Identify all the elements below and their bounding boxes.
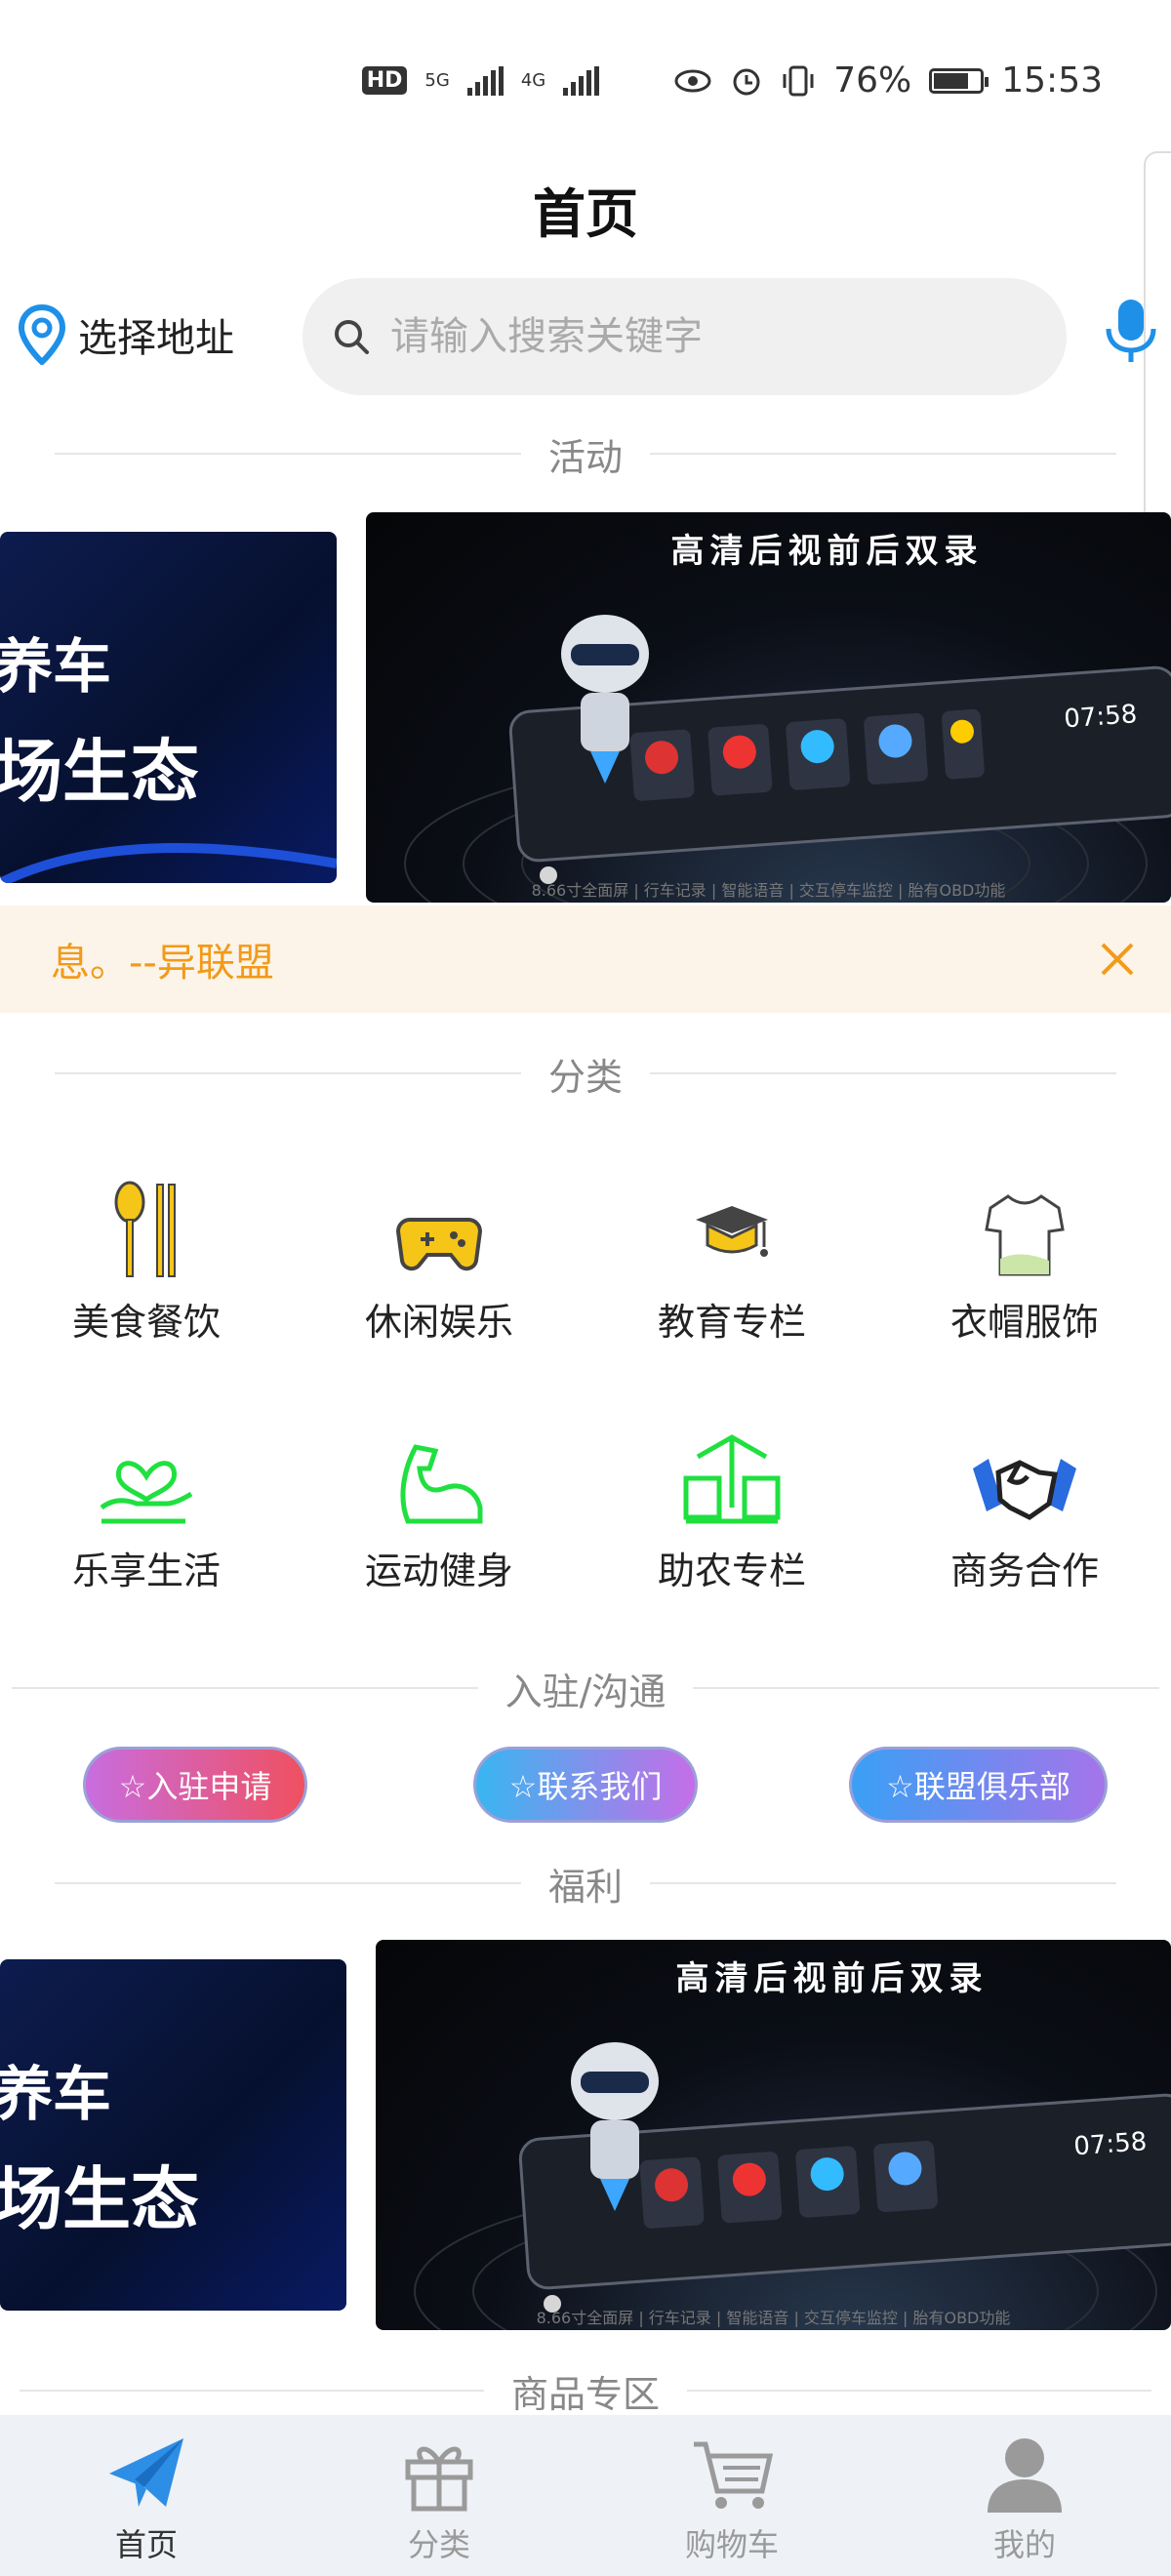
banner-left-line1: 养车 <box>0 2061 111 2129</box>
signal-icon <box>563 65 600 96</box>
category-label: 休闲娱乐 <box>364 1301 513 1344</box>
notice-bar: 息。--异联盟 <box>0 906 1171 1013</box>
banner-caption: 8.66寸全面屏 | 行车记录 | 智能语音 | 交互停车监控 | 胎有OBD功… <box>531 881 1006 900</box>
graduation-cap-icon <box>696 1206 768 1257</box>
nav-label: 购物车 <box>684 2526 779 2563</box>
gamepad-icon <box>395 1218 483 1271</box>
nav-label: 首页 <box>114 2526 178 2563</box>
nav-cart[interactable]: 购物车 <box>586 2415 878 2576</box>
carousel-indicator-dot[interactable] <box>544 2295 561 2313</box>
hd-icon: HD <box>361 66 408 95</box>
banner-caption: 8.66寸全面屏 | 行车记录 | 智能语音 | 交互停车监控 | 胎有OBD功… <box>536 2309 1011 2327</box>
category-item-entertainment[interactable]: 休闲娱乐 <box>293 1171 586 1346</box>
banner-left-line2: 场生态 <box>0 732 199 812</box>
category-label: 运动健身 <box>364 1550 513 1592</box>
location-label: 选择地址 <box>78 316 234 361</box>
eye-icon <box>674 69 711 92</box>
nav-profile[interactable]: 我的 <box>878 2415 1171 2576</box>
nav-label: 我的 <box>992 2526 1056 2563</box>
muscle-arm-icon <box>400 1444 483 1524</box>
cutlery-icon <box>114 1181 176 1277</box>
category-label: 乐享生活 <box>71 1550 221 1592</box>
search-bar[interactable] <box>303 278 1067 395</box>
robot-mascot-image <box>571 2042 659 2211</box>
status-bar: HD 5G 4G 76% 15:53 <box>0 0 1171 146</box>
category-item-life[interactable]: 乐享生活 <box>0 1420 293 1594</box>
bottom-navigation: 首页 分类 购物车 我的 <box>0 2415 1171 2576</box>
clock-time: 15:53 <box>1001 60 1103 101</box>
nav-home[interactable]: 首页 <box>0 2415 293 2576</box>
gift-icon <box>405 2446 473 2512</box>
location-selector[interactable]: 选择地址 <box>18 304 234 365</box>
battery-icon <box>929 67 989 94</box>
category-item-business[interactable]: 商务合作 <box>878 1420 1171 1594</box>
section-title-join: 入驻/沟通 <box>505 1670 666 1713</box>
category-label: 助农专栏 <box>657 1550 806 1592</box>
mirror-clock: 07:58 <box>1063 700 1139 735</box>
robot-mascot-image <box>561 615 649 784</box>
battery-percent: 76% <box>833 60 912 101</box>
category-label: 衣帽服饰 <box>949 1301 1099 1344</box>
welfare-banner-left[interactable]: 养车 场生态 <box>0 1959 346 2311</box>
category-label: 商务合作 <box>949 1550 1099 1592</box>
nav-label: 分类 <box>407 2526 470 2563</box>
section-divider-category: 分类 <box>55 1044 1117 1103</box>
section-divider-join: 入驻/沟通 <box>12 1659 1159 1717</box>
section-title-category: 分类 <box>548 1055 624 1099</box>
location-pin-icon <box>18 304 66 365</box>
banner-slide-right[interactable]: 高清后视前后双录 07:58 8.66寸全面屏 | 行车记录 | 智能语音 | … <box>366 512 1171 903</box>
notice-text: 息。--异联盟 <box>51 941 274 986</box>
apply-join-button[interactable]: ☆入驻申请 <box>83 1747 307 1823</box>
nav-category[interactable]: 分类 <box>293 2415 586 2576</box>
category-item-clothing[interactable]: 衣帽服饰 <box>878 1171 1171 1346</box>
section-divider-goods: 商品专区 <box>20 2361 1152 2420</box>
section-title-welfare: 福利 <box>548 1865 624 1909</box>
category-label: 美食餐饮 <box>71 1301 221 1344</box>
carousel-indicator-dot[interactable] <box>540 866 557 884</box>
alliance-club-button[interactable]: ☆联盟俱乐部 <box>849 1747 1108 1823</box>
category-label: 教育专栏 <box>657 1301 806 1344</box>
banner-wave-decoration <box>0 843 337 883</box>
category-item-education[interactable]: 教育专栏 <box>586 1171 878 1346</box>
banner-slide-left[interactable]: 养车 场生态 <box>0 532 337 883</box>
category-item-food[interactable]: 美食餐饮 <box>0 1171 293 1346</box>
user-icon <box>988 2438 1062 2513</box>
section-title-goods: 商品专区 <box>511 2372 661 2416</box>
banner-left-line2: 场生态 <box>0 2159 199 2239</box>
close-icon[interactable] <box>1093 935 1142 984</box>
network-5g-label: 5G <box>424 70 450 91</box>
heart-hand-icon <box>100 1461 193 1524</box>
category-item-agriculture[interactable]: 助农专栏 <box>586 1420 878 1594</box>
section-title-activity: 活动 <box>548 435 624 479</box>
page-title: 首页 <box>533 183 638 245</box>
category-item-fitness[interactable]: 运动健身 <box>293 1420 586 1594</box>
signal-icon <box>466 65 504 96</box>
section-divider-activity: 活动 <box>55 424 1117 483</box>
handshake-icon <box>973 1459 1076 1520</box>
section-divider-welfare: 福利 <box>55 1854 1117 1912</box>
tshirt-icon <box>985 1194 1065 1276</box>
network-4g-label: 4G <box>520 70 546 91</box>
search-input[interactable] <box>388 313 1017 360</box>
vibrate-icon <box>783 65 814 96</box>
paper-plane-icon <box>109 2438 183 2507</box>
farm-stall-icon <box>683 1434 781 1524</box>
contact-us-button[interactable]: ☆联系我们 <box>473 1747 698 1823</box>
welfare-banner-right[interactable]: 高清后视前后双录 07:58 8.66寸全面屏 | 行车记录 | 智能语音 | … <box>376 1940 1171 2330</box>
microphone-icon[interactable] <box>1101 298 1159 366</box>
cart-icon <box>694 2441 774 2509</box>
search-icon <box>335 320 369 354</box>
mirror-clock: 07:58 <box>1072 2127 1149 2162</box>
alarm-icon <box>733 68 760 95</box>
banner-left-line1: 养车 <box>0 633 111 702</box>
